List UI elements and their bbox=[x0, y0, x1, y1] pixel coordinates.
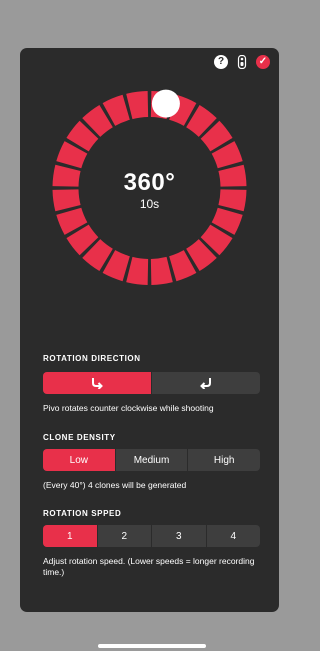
rotation-duration-value: 10s bbox=[139, 197, 160, 211]
speed-2-option[interactable]: 2 bbox=[96, 525, 152, 547]
direction-cw-option[interactable] bbox=[151, 372, 260, 394]
rotation-speed-selector: 1 2 3 4 bbox=[43, 525, 260, 547]
help-icon[interactable]: ? bbox=[214, 55, 228, 69]
density-high-option[interactable]: High bbox=[187, 449, 260, 471]
cw-arrow-icon bbox=[200, 378, 211, 389]
rotation-dial[interactable]: 360° 10s bbox=[20, 86, 279, 286]
confirm-check-icon[interactable]: ✓ bbox=[256, 55, 270, 69]
direction-ccw-option[interactable] bbox=[43, 372, 151, 394]
dial-segment bbox=[150, 256, 173, 285]
density-low-option[interactable]: Low bbox=[43, 449, 115, 471]
clone-density-title: CLONE DENSITY bbox=[43, 433, 116, 442]
speed-1-option[interactable]: 1 bbox=[43, 525, 97, 547]
rotation-speed-description: Adjust rotation speed. (Lower speeds = l… bbox=[43, 556, 255, 577]
dial-segment bbox=[126, 91, 149, 120]
home-indicator[interactable] bbox=[98, 644, 206, 648]
rotation-direction-description: Pivo rotates counter clockwise while sho… bbox=[43, 403, 214, 413]
top-toolbar: ? ✓ bbox=[214, 55, 270, 69]
rotation-angle-value: 360° bbox=[123, 169, 176, 196]
speed-3-option[interactable]: 3 bbox=[151, 525, 206, 547]
dial-segment bbox=[126, 256, 149, 285]
remote-icon[interactable] bbox=[237, 55, 247, 69]
clone-density-selector: Low Medium High bbox=[43, 449, 260, 471]
rotation-direction-selector bbox=[43, 372, 260, 394]
clone-density-description: (Every 40°) 4 clones will be generated bbox=[43, 480, 187, 490]
rotation-speed-title: ROTATION SPPED bbox=[43, 509, 122, 518]
ccw-arrow-icon bbox=[92, 378, 103, 389]
rotation-direction-title: ROTATION DIRECTION bbox=[43, 354, 141, 363]
settings-panel: ? ✓ 360° 10s ROTATION DIRECTION Pivo rot… bbox=[20, 48, 279, 612]
dial-knob-handle[interactable] bbox=[151, 89, 180, 118]
density-medium-option[interactable]: Medium bbox=[114, 449, 188, 471]
speed-4-option[interactable]: 4 bbox=[205, 525, 261, 547]
